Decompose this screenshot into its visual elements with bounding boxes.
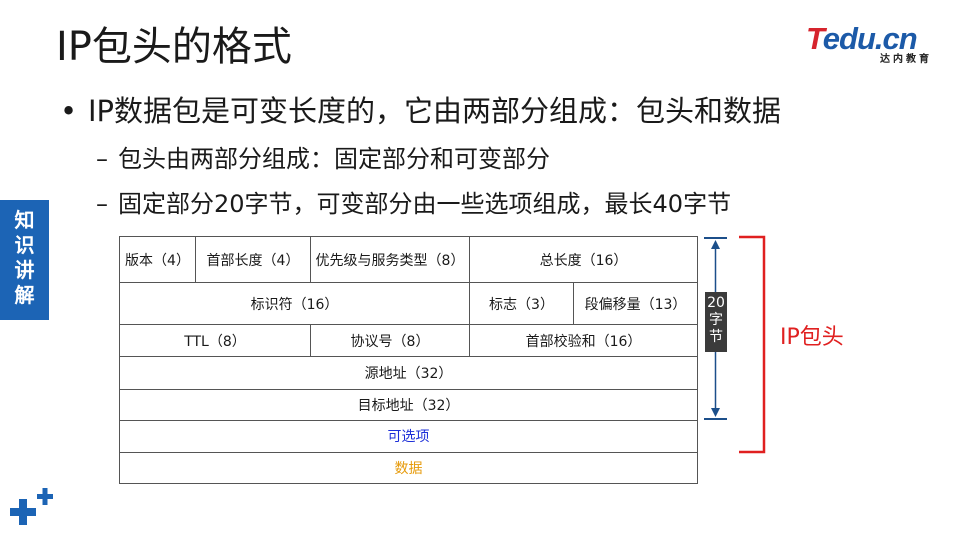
fixed-size-char: 20 — [707, 295, 725, 311]
sub-bullet-1-text: 包头由两部分组成：固定部分和可变部分 — [118, 145, 550, 173]
field-ttl: TTL（8） — [119, 324, 311, 358]
field-identification: 标识符（16） — [119, 282, 470, 326]
field-version: 版本（4） — [119, 235, 196, 284]
field-header-length: 首部长度（4） — [195, 235, 311, 284]
ip-header-label: IP包头 — [780, 325, 844, 350]
field-total-length: 总长度（16） — [468, 235, 699, 284]
sub-bullet-1: – 包头由两部分组成：固定部分和可变部分 — [96, 145, 550, 173]
field-fragment-offset: 段偏移量（13） — [572, 282, 699, 326]
side-tab-char: 知 — [14, 208, 35, 232]
tedu-logo: Tedu.cn 达内教育 — [806, 20, 936, 66]
table-row: 标识符（16） 标志（3） 段偏移量（13） — [119, 282, 699, 326]
field-options: 可选项 — [118, 419, 699, 453]
side-tab-char: 解 — [14, 283, 35, 307]
field-flags: 标志（3） — [469, 282, 574, 326]
table-row: 版本（4） 首部长度（4） 优先级与服务类型（8） 总长度（16） — [119, 235, 699, 284]
field-destination-address: 目标地址（32） — [118, 388, 699, 421]
field-checksum: 首部校验和（16） — [468, 324, 699, 358]
table-row: 源地址（32） — [118, 356, 699, 390]
logo-wordmark: Tedu.cn — [806, 21, 918, 56]
table-row: TTL（8） 协议号（8） 首部校验和（16） — [119, 324, 699, 358]
sub-bullet-2: – 固定部分20字节，可变部分由一些选项组成，最长40字节 — [96, 190, 732, 218]
right-bracket-icon — [739, 235, 766, 454]
side-tab-knowledge: 知 识 讲 解 — [0, 200, 49, 320]
table-row: 数据 — [118, 451, 699, 485]
plus-cross-icon — [10, 488, 53, 525]
fixed-size-label: 20 字 节 — [705, 292, 727, 352]
side-tab-char: 识 — [14, 233, 35, 257]
field-protocol: 协议号（8） — [310, 324, 470, 358]
page-title: IP包头的格式 — [56, 24, 292, 70]
logo-subtitle: 达内教育 — [880, 54, 932, 65]
table-row: 可选项 — [118, 419, 699, 453]
field-data: 数据 — [118, 451, 699, 485]
fixed-size-char: 字 — [709, 312, 723, 328]
field-tos: 优先级与服务类型（8） — [310, 235, 470, 284]
side-tab-char: 讲 — [14, 258, 35, 282]
sub-bullet-2-text: 固定部分20字节，可变部分由一些选项组成，最长40字节 — [118, 190, 732, 218]
fixed-size-char: 节 — [709, 329, 723, 345]
main-bullet: • IP数据包是可变长度的，它由两部分组成：包头和数据 — [60, 94, 782, 128]
field-source-address: 源地址（32） — [118, 356, 699, 390]
ip-header-table: 版本（4） 首部长度（4） 优先级与服务类型（8） 总长度（16） 标识符（16… — [118, 235, 699, 485]
main-bullet-text: IP数据包是可变长度的，它由两部分组成：包头和数据 — [88, 94, 782, 128]
table-row: 目标地址（32） — [118, 388, 699, 421]
